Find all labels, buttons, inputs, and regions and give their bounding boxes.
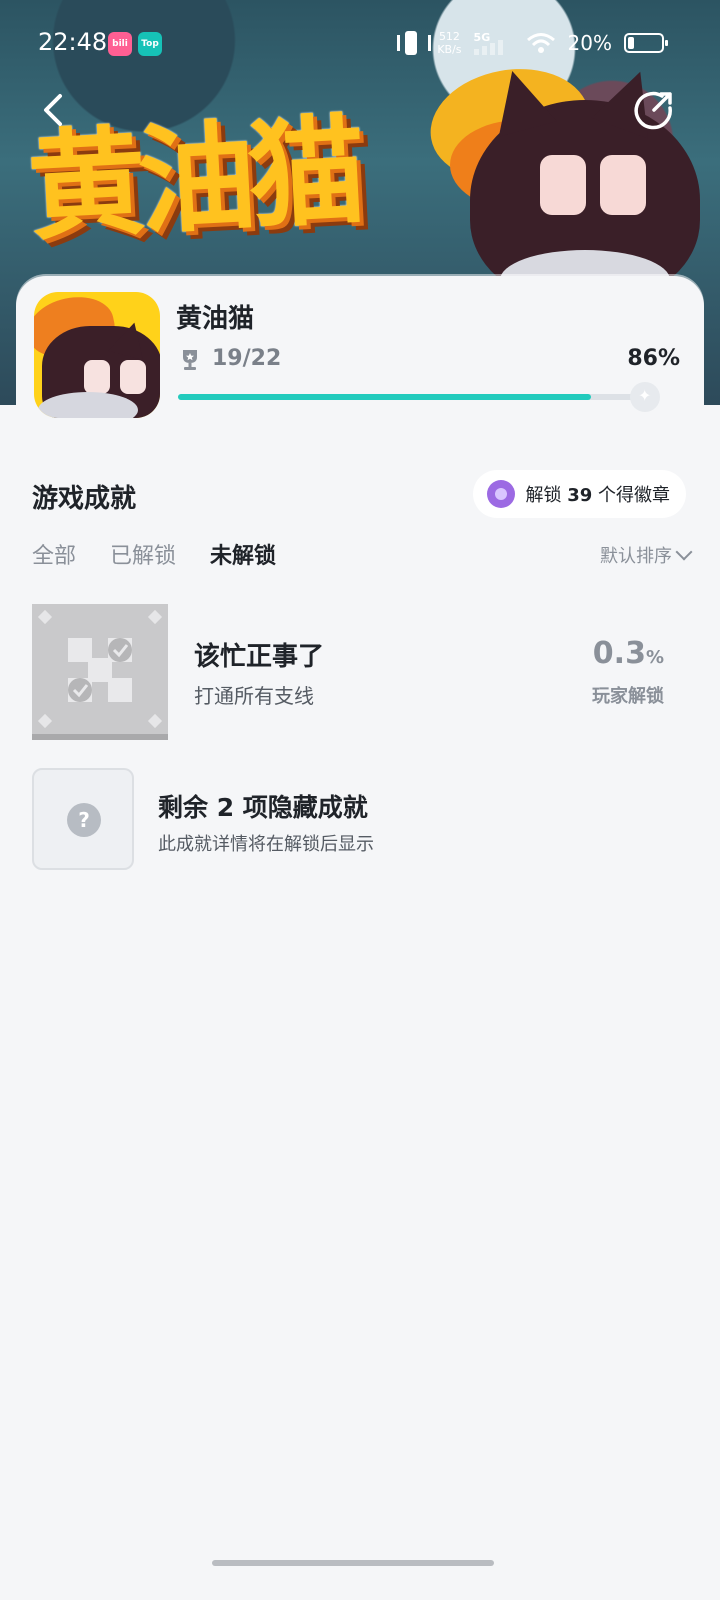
bilibili-app-icon: bili (108, 32, 132, 56)
achievement-unlock-rate: 0.3% (592, 636, 664, 671)
completion-progress-fill (178, 394, 591, 400)
hidden-achievements-title: 剩余 2 项隐藏成就 (158, 793, 368, 822)
tab-all[interactable]: 全部 (32, 538, 76, 570)
hidden-achievement-icon: ? (32, 768, 134, 870)
tab-locked[interactable]: 未解锁 (210, 538, 276, 570)
game-icon (34, 292, 160, 418)
home-indicator[interactable] (212, 1560, 494, 1566)
progress-end-star-icon (630, 382, 660, 412)
battery-percent: 20% (567, 31, 612, 55)
signal-5g-icon: 5G (473, 31, 514, 55)
hidden-achievements-description: 此成就详情将在解锁后显示 (158, 834, 374, 855)
taptap-app-icon: Top (138, 32, 162, 56)
sort-dropdown[interactable]: 默认排序 (600, 542, 672, 568)
tab-unlocked[interactable]: 已解锁 (110, 538, 176, 570)
back-arrow-icon[interactable] (34, 90, 74, 130)
game-summary-card[interactable]: 黄油猫 19/22 86% (16, 276, 704, 432)
achievement-title: 该忙正事了 (194, 642, 325, 672)
unlock-badge-pill[interactable]: 解锁 39 个得徽章 (473, 470, 686, 518)
battery-icon (624, 33, 668, 53)
share-icon[interactable] (632, 88, 676, 132)
question-mark-icon: ? (67, 803, 101, 837)
completion-progress-bar (178, 394, 658, 400)
completion-percent: 86% (627, 346, 680, 371)
chevron-down-icon[interactable] (675, 543, 693, 561)
hero-title-art: 黄油猫 (24, 101, 362, 257)
achievement-icon (32, 604, 168, 740)
vibrate-icon (397, 31, 432, 55)
achievement-filter-tabs: 全部 已解锁 未解锁 (32, 538, 276, 570)
badge-pill-text: 解锁 39 个得徽章 (525, 485, 670, 506)
achievements-section-title: 游戏成就 (32, 484, 137, 514)
game-name: 黄油猫 (176, 304, 255, 334)
wifi-icon (526, 33, 555, 53)
status-time: 22:48 (38, 28, 108, 56)
achievement-description: 打通所有支线 (194, 684, 314, 708)
network-speed: 512 KB/s (437, 30, 462, 56)
badge-icon (487, 480, 516, 508)
trophy-count: 19/22 (212, 346, 282, 371)
achievement-unlock-rate-label: 玩家解锁 (592, 686, 664, 707)
trophy-icon (183, 350, 197, 370)
status-bar: 22:48 bili Top 512 KB/s 5G 20% (0, 0, 720, 90)
